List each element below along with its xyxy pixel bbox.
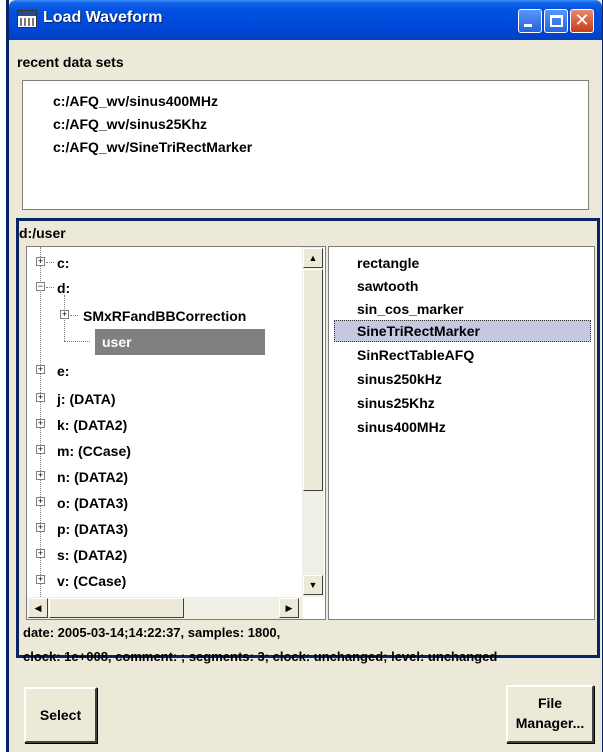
file-item[interactable]: rectangle bbox=[357, 255, 419, 271]
tree-node-n[interactable]: n: (DATA2) bbox=[57, 469, 128, 485]
recent-item[interactable]: c:/AFQ_wv/sinus25Khz bbox=[53, 116, 207, 132]
tree-line bbox=[46, 262, 54, 263]
close-button[interactable]: ✕ bbox=[570, 9, 594, 33]
expand-icon[interactable]: + bbox=[36, 445, 45, 454]
recent-data-sets-label: recent data sets bbox=[17, 54, 124, 70]
scroll-left-icon[interactable]: ◀ bbox=[28, 598, 48, 618]
file-manager-label-line-1: File bbox=[537, 695, 563, 711]
tree-node-d[interactable]: d: bbox=[57, 280, 70, 296]
file-item[interactable]: sawtooth bbox=[357, 278, 418, 294]
scroll-down-icon[interactable]: ▼ bbox=[303, 575, 323, 595]
scroll-up-icon[interactable]: ▲ bbox=[303, 248, 323, 268]
expand-icon[interactable]: + bbox=[36, 497, 45, 506]
tree-node-user[interactable]: user bbox=[102, 334, 132, 350]
recent-item[interactable]: c:/AFQ_wv/SineTriRectMarker bbox=[53, 139, 252, 155]
expand-icon[interactable]: + bbox=[36, 257, 45, 266]
file-item-selected[interactable]: SineTriRectMarker bbox=[357, 323, 480, 339]
tree-node-k[interactable]: k: (DATA2) bbox=[57, 417, 127, 433]
window-title: Load Waveform bbox=[43, 9, 163, 26]
file-item[interactable]: sinus25Khz bbox=[357, 395, 435, 411]
expand-icon[interactable]: + bbox=[36, 419, 45, 428]
tree-node-v[interactable]: v: (CCase) bbox=[57, 573, 126, 589]
directory-tree[interactable]: + c: − d: + SMxRFandBBCorrection user + … bbox=[26, 246, 326, 620]
expand-icon[interactable]: + bbox=[36, 549, 45, 558]
tree-node-p[interactable]: p: (DATA3) bbox=[57, 521, 128, 537]
file-item[interactable]: sinus250kHz bbox=[357, 371, 442, 387]
close-icon: ✕ bbox=[574, 10, 590, 30]
expand-icon[interactable]: + bbox=[60, 310, 69, 319]
tree-node-o[interactable]: o: (DATA3) bbox=[57, 495, 128, 511]
tree-line bbox=[70, 315, 78, 316]
scroll-thumb[interactable] bbox=[49, 598, 184, 618]
file-info-line-1: date: 2005-03-14;14:22:37, samples: 1800… bbox=[23, 625, 281, 640]
expand-icon[interactable]: + bbox=[36, 523, 45, 532]
select-button[interactable]: Select bbox=[24, 687, 97, 743]
recent-item[interactable]: c:/AFQ_wv/sinus400MHz bbox=[53, 93, 218, 109]
tree-node-smxrfandbbcorrection[interactable]: SMxRFandBBCorrection bbox=[83, 308, 246, 324]
collapse-icon[interactable]: − bbox=[36, 282, 45, 291]
load-waveform-dialog: Load Waveform ✕ recent data sets c:/AFQ_… bbox=[6, 0, 603, 752]
tree-node-e[interactable]: e: bbox=[57, 363, 69, 379]
tree-node-m[interactable]: m: (CCase) bbox=[57, 443, 131, 459]
file-list[interactable]: rectangle sawtooth sin_cos_marker SineTr… bbox=[328, 246, 595, 620]
file-info-line-2: clock: 1e+008, comment: ; segments: 3; c… bbox=[23, 649, 498, 664]
recent-data-sets-list[interactable]: c:/AFQ_wv/sinus400MHz c:/AFQ_wv/sinus25K… bbox=[22, 80, 589, 210]
maximize-icon bbox=[550, 15, 563, 27]
tree-horizontal-scrollbar[interactable]: ◀ ▶ bbox=[27, 597, 303, 619]
tree-node-s[interactable]: s: (DATA2) bbox=[57, 547, 127, 563]
expand-icon[interactable]: + bbox=[36, 471, 45, 480]
maximize-button[interactable] bbox=[544, 9, 568, 33]
file-item[interactable]: sin_cos_marker bbox=[357, 301, 464, 317]
expand-icon[interactable]: + bbox=[36, 393, 45, 402]
tree-node-j[interactable]: j: (DATA) bbox=[57, 391, 116, 407]
tree-node-c[interactable]: c: bbox=[57, 255, 69, 271]
title-bar[interactable]: Load Waveform ✕ bbox=[9, 0, 602, 40]
waveform-window-icon bbox=[17, 10, 37, 28]
scroll-right-icon[interactable]: ▶ bbox=[279, 598, 299, 618]
file-item[interactable]: sinus400MHz bbox=[357, 419, 446, 435]
file-manager-label-line-2: Manager... bbox=[515, 715, 585, 731]
tree-line bbox=[64, 341, 90, 342]
expand-icon[interactable]: + bbox=[36, 365, 45, 374]
file-manager-button[interactable]: File Manager... bbox=[506, 685, 594, 743]
current-path: d:/user bbox=[19, 225, 66, 241]
tree-line bbox=[46, 287, 54, 288]
expand-icon[interactable]: + bbox=[36, 575, 45, 584]
minimize-button[interactable] bbox=[518, 9, 542, 33]
file-item[interactable]: SinRectTableAFQ bbox=[357, 347, 474, 363]
tree-vertical-scrollbar[interactable]: ▲ ▼ bbox=[302, 247, 324, 597]
minimize-icon bbox=[524, 24, 532, 27]
scroll-thumb[interactable] bbox=[303, 269, 323, 491]
